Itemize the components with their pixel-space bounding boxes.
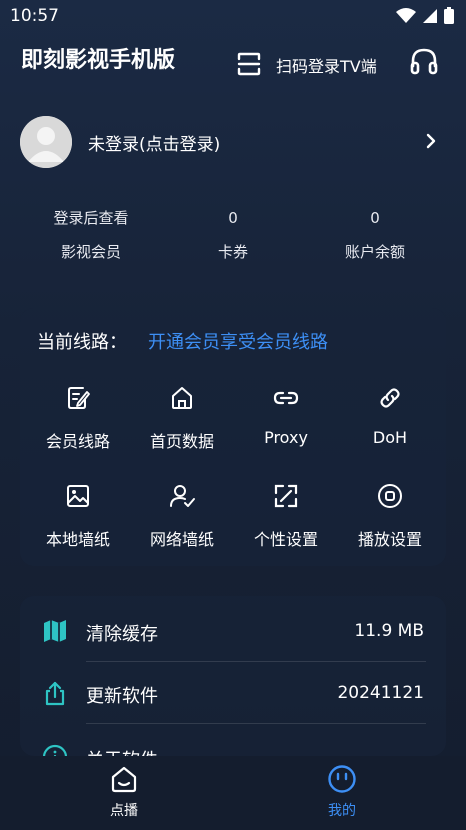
- nav-mine[interactable]: 我的: [282, 764, 402, 824]
- stat-coupons-label: 卡券: [217, 243, 248, 261]
- grid-playback-settings-label: 播放设置: [357, 530, 422, 549]
- app-header: 即刻影视手机版 扫码登录TV端: [0, 32, 466, 96]
- default-avatar-icon: [20, 116, 72, 168]
- grid-doh-label: DoH: [372, 428, 408, 447]
- link-icon: [273, 391, 299, 405]
- home-icon: [172, 387, 192, 409]
- grid-network-wallpaper-label: 网络墙纸: [149, 530, 214, 549]
- scan-login-label: 扫码登录TV端: [276, 57, 377, 76]
- list-about-software[interactable]: 关于软件: [20, 724, 446, 756]
- nav-mine-label: 我的: [328, 803, 356, 819]
- headset-icon: [410, 48, 438, 75]
- chain-icon: [380, 388, 400, 408]
- clear-cache-label: 清除缓存: [86, 624, 158, 645]
- list-clear-cache[interactable]: 清除缓存 11.9 MB: [20, 598, 446, 662]
- grid-local-wallpaper[interactable]: 本地墙纸: [26, 482, 130, 562]
- profile-row[interactable]: 未登录(点击登录): [0, 112, 466, 174]
- stat-balance[interactable]: 0 账户余额: [304, 204, 446, 272]
- wifi-icon: [396, 7, 416, 23]
- cache-size-value: 11.9 MB: [354, 621, 424, 641]
- grid-network-wallpaper[interactable]: 网络墙纸: [130, 482, 234, 562]
- avatar[interactable]: [20, 116, 72, 168]
- scan-icon: [237, 52, 261, 76]
- grid-home-data-label: 首页数据: [149, 432, 214, 451]
- stat-balance-value: 0: [370, 209, 380, 227]
- home-smile-icon: [111, 766, 137, 793]
- chevron-right-icon: [426, 133, 436, 149]
- vip-route-link[interactable]: 开通会员享受会员线路: [148, 328, 328, 354]
- about-software-label: 关于软件: [86, 746, 158, 756]
- app-title: 即刻影视手机版: [21, 48, 176, 73]
- login-prompt[interactable]: 未登录(点击登录): [88, 130, 220, 155]
- grid-personal-settings[interactable]: 个性设置: [234, 482, 338, 562]
- grid-vip-route[interactable]: 会员线路: [26, 384, 130, 464]
- grid-doh[interactable]: DoH: [338, 384, 442, 464]
- grid-local-wallpaper-label: 本地墙纸: [45, 530, 110, 549]
- grid-playback-settings[interactable]: 播放设置: [338, 482, 442, 562]
- nav-vod-label: 点播: [110, 803, 138, 819]
- stat-vip-value: 登录后查看: [53, 209, 129, 227]
- map-icon: [44, 620, 66, 642]
- status-time: 10:57: [10, 6, 59, 26]
- status-bar: 10:57: [0, 0, 466, 32]
- status-icons: [396, 7, 454, 24]
- stat-balance-label: 账户余额: [344, 243, 405, 261]
- stat-coupons[interactable]: 0 卡券: [162, 204, 304, 272]
- share-upload-icon: [45, 681, 65, 706]
- image-icon: [67, 485, 89, 507]
- features-card: 当前线路： 开通会员享受会员线路 会员线路 首页数据 Proxy DoH 本地墙…: [20, 308, 446, 566]
- stat-coupons-value: 0: [228, 209, 238, 227]
- grid-proxy-label: Proxy: [264, 428, 308, 447]
- grid-vip-route-label: 会员线路: [45, 432, 110, 451]
- user-check-icon: [170, 485, 195, 507]
- stat-vip[interactable]: 登录后查看 影视会员: [20, 204, 162, 272]
- stat-vip-label: 影视会员: [60, 243, 121, 261]
- signal-icon: [423, 8, 437, 23]
- info-icon: [42, 744, 68, 756]
- current-route-label: 当前线路：: [37, 332, 127, 353]
- bottom-nav: 点播 我的: [0, 756, 466, 830]
- edit-doc-icon: [68, 387, 90, 409]
- record-icon: [378, 484, 402, 508]
- customer-service-button[interactable]: [408, 46, 444, 82]
- grid-home-data[interactable]: 首页数据: [130, 384, 234, 464]
- face-icon: [328, 765, 356, 793]
- nav-vod[interactable]: 点播: [64, 764, 184, 824]
- settings-list: 清除缓存 11.9 MB 更新软件 20241121 关于软件: [20, 596, 446, 756]
- battery-icon: [444, 7, 454, 24]
- account-stats: 登录后查看 影视会员 0 卡券 0 账户余额: [20, 204, 446, 280]
- expand-icon: [274, 484, 298, 508]
- grid-personal-settings-label: 个性设置: [253, 530, 318, 549]
- scan-login-tv-button[interactable]: 扫码登录TV端: [232, 44, 384, 84]
- list-update-software[interactable]: 更新软件 20241121: [20, 660, 446, 724]
- grid-proxy[interactable]: Proxy: [234, 384, 338, 464]
- software-version-value: 20241121: [337, 683, 424, 703]
- update-software-label: 更新软件: [86, 686, 158, 707]
